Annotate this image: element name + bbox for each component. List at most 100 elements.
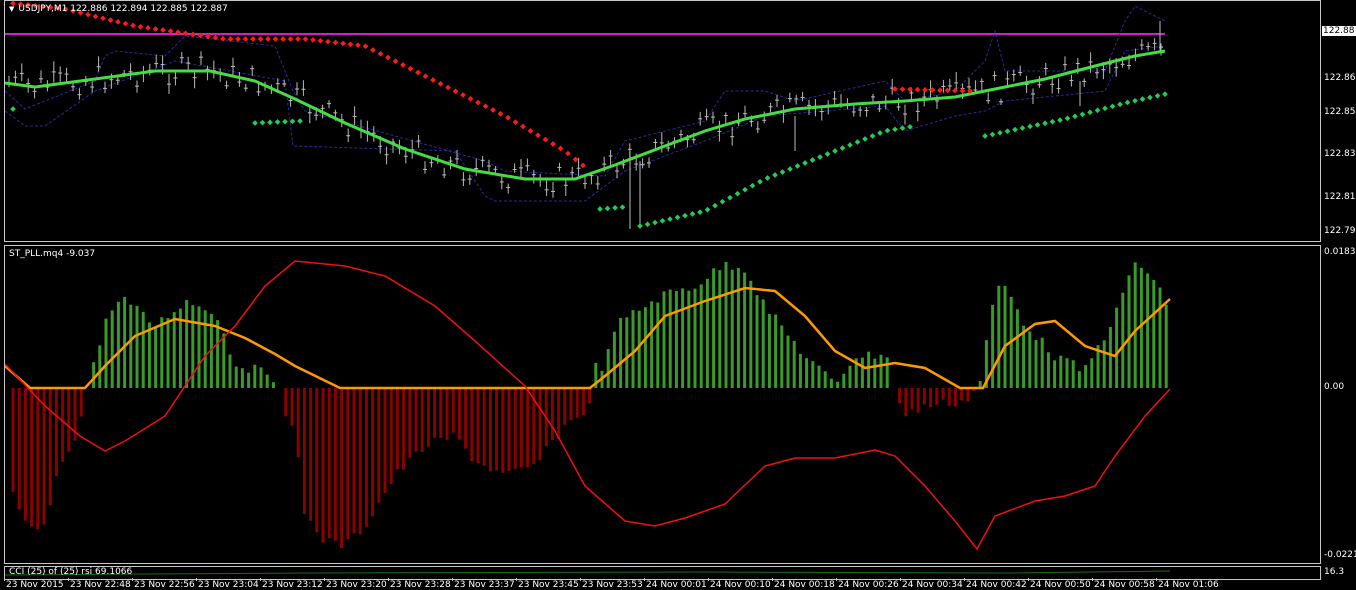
psar-dot-green [652, 219, 658, 226]
histogram-bar-positive [836, 381, 840, 388]
psar-dot-green [1034, 122, 1041, 128]
histogram-bar-positive [253, 364, 257, 388]
time-tick [260, 578, 261, 581]
cci-line [5, 570, 1171, 576]
psar-dot-red [220, 35, 226, 42]
histogram-bar-positive [1059, 355, 1063, 388]
time-label: 23 Nov 23:12 [262, 580, 323, 590]
histogram-bar-positive [997, 285, 1001, 388]
psar-dot-green [1004, 128, 1011, 135]
histogram-bar-positive [1108, 326, 1112, 388]
histogram-bar-negative [910, 388, 914, 410]
histogram-bar-positive [724, 261, 728, 388]
histogram-bar-negative [966, 388, 970, 402]
psar-dot-red [332, 39, 339, 46]
time-label: 24 Nov 00:50 [1030, 580, 1091, 590]
histogram-bar-positive [749, 280, 753, 388]
time-label: 24 Nov 00:10 [710, 580, 771, 590]
time-label: 23 Nov 22:48 [70, 580, 131, 590]
psar-dot-red [280, 36, 286, 42]
histogram-bar-positive [1065, 358, 1069, 388]
histogram-bar-negative [426, 388, 430, 447]
histogram-bar-positive [123, 296, 127, 388]
time-axis: 23 Nov 2015 23 Nov 22:48 23 Nov 22:56 23 No… [0, 578, 1356, 590]
psar-dot-green [1094, 107, 1101, 114]
histogram-bar-negative [23, 388, 27, 521]
price-chart-canvas [5, 1, 1168, 229]
histogram-bar-positive [619, 317, 623, 388]
symbol-label: USDJPY,M1 [18, 4, 68, 14]
dropdown-triangle-icon[interactable]: ▼ [9, 5, 14, 13]
histogram-bar-positive [631, 310, 635, 388]
histogram-bar-negative [315, 388, 319, 533]
psar-dot-red [385, 54, 391, 61]
oscillator-line [5, 260, 1171, 551]
histogram-bar-positive [1121, 292, 1125, 388]
histogram-bar-negative [352, 388, 356, 534]
histogram-bar-positive [1146, 273, 1150, 388]
time-label: 23 Nov 23:28 [390, 580, 451, 590]
psar-dot-red [892, 86, 898, 92]
histogram-bar-positive [160, 317, 164, 388]
histogram-bar-negative [929, 388, 933, 408]
psar-dot-green [997, 129, 1003, 136]
symbol-header: ▼ USDJPY,M1 122.886 122.894 122.885 122.8… [9, 4, 228, 14]
histogram-bar-negative [922, 388, 926, 405]
moving-average-line [5, 49, 1166, 181]
histogram-bar-negative [569, 388, 573, 421]
histogram-bar-positive [98, 345, 102, 388]
histogram-bar-negative [439, 388, 443, 438]
histogram-bar-positive [1034, 340, 1038, 388]
psar-dot-red [317, 37, 324, 44]
histogram-bar-positive [656, 302, 660, 388]
psar-dot-red [542, 136, 549, 143]
psar-dot-red [347, 41, 354, 48]
psar-dot-green [1102, 105, 1108, 112]
time-label: 23 Nov 23:53 [582, 580, 643, 590]
indicator-axis-label: 0.01839 [1324, 247, 1356, 257]
histogram-bar-negative [371, 388, 375, 517]
time-label: 23 Nov 2015 [6, 580, 64, 590]
histogram-bar-positive [1003, 285, 1007, 388]
histogram-bar-positive [674, 291, 678, 388]
psar-dot-red [445, 84, 451, 91]
psar-dot-green [1049, 118, 1056, 125]
psar-dot-green [1087, 109, 1093, 116]
psar-dot-red [512, 119, 519, 125]
psar-dot-red [377, 50, 384, 57]
histogram-bar-negative [302, 388, 306, 515]
psar-dot-red [115, 19, 121, 25]
psar-dot-green [1139, 96, 1146, 102]
cci-axis-label: 16.3 [1324, 567, 1345, 577]
psar-dot-red [565, 150, 571, 157]
psar-dot-red [430, 77, 436, 83]
cci-pane[interactable]: CCI (25) of (25) rsi 69.1066 [4, 566, 1321, 580]
psar-dot-green [659, 217, 666, 224]
histogram-bar-negative [538, 388, 542, 461]
price-label: 122.79 [1324, 226, 1356, 236]
psar-dot-green [619, 204, 626, 211]
histogram-bar-positive [271, 382, 275, 388]
psar-dot-green [1117, 101, 1123, 108]
histogram-bar-negative [11, 388, 15, 492]
histogram-bar-positive [1015, 309, 1019, 388]
price-label: 122.85 [1324, 107, 1356, 117]
current-price-tag: 122.88 [1322, 26, 1356, 36]
histogram-bar-positive [823, 371, 827, 388]
psar-dot-green [772, 172, 778, 178]
price-chart-pane[interactable]: ▼ USDJPY,M1 122.886 122.894 122.885 122.8… [4, 0, 1321, 242]
histogram-bar-negative [414, 388, 418, 452]
histogram-bar-negative [507, 388, 511, 471]
histogram-bar-positive [743, 272, 747, 388]
histogram-bar-negative [550, 388, 554, 441]
histogram-bar-positive [848, 365, 852, 388]
psar-dot-green [817, 154, 823, 160]
psar-dot-red [160, 27, 166, 33]
histogram-bar-negative [321, 388, 325, 543]
psar-dot-red [137, 23, 144, 30]
histogram-bar-negative [557, 388, 561, 439]
histogram-bar-negative [290, 388, 294, 426]
psar-dot-red [340, 40, 346, 47]
histogram-bar-positive [1152, 279, 1156, 388]
indicator-pane[interactable]: ST_PLL.mq4 -9.037 [4, 245, 1321, 564]
